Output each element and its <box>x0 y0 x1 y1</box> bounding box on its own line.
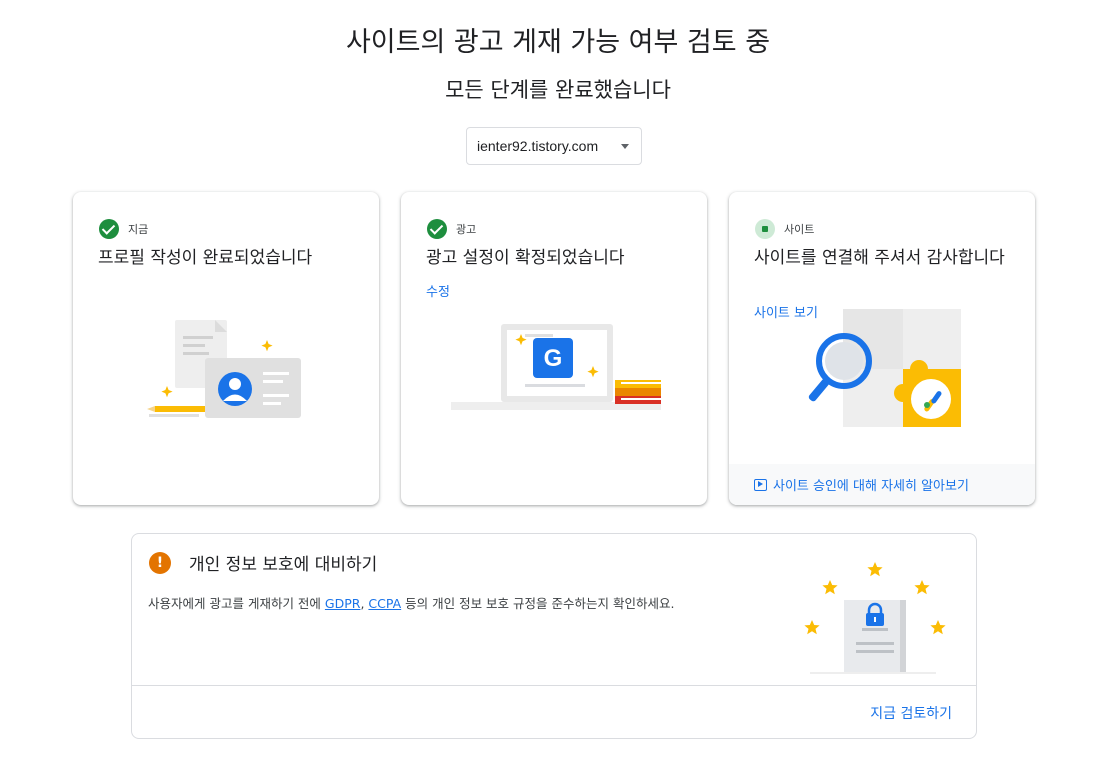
svg-text:G: G <box>544 345 563 372</box>
divider <box>132 685 976 686</box>
ads-step-card: 광고 광고 설정이 확정되었습니다 수정 G <box>401 192 707 505</box>
profile-step-card: 지금 프로필 작성이 완료되었습니다 <box>73 192 379 505</box>
site-selector[interactable]: ienter92.tistory.com <box>466 127 642 165</box>
site-puzzle-illustration <box>808 309 961 427</box>
privacy-lock-illustration <box>804 562 946 674</box>
page-title: 사이트의 광고 게재 가능 여부 검토 중 <box>345 27 771 58</box>
check-circle-icon <box>99 219 119 239</box>
step-tag: 광고 <box>427 219 476 239</box>
check-circle-icon <box>427 219 447 239</box>
step-tag: 지금 <box>99 219 148 239</box>
site-selector-value: ienter92.tistory.com <box>477 138 599 154</box>
review-now-button[interactable]: 지금 검토하기 <box>870 703 952 723</box>
step-tag-label: 광고 <box>456 223 477 236</box>
gdpr-link[interactable]: GDPR <box>325 596 361 611</box>
privacy-card: ! 개인 정보 보호에 대비하기 사용자에게 광고를 게재하기 전에 GDPR,… <box>131 533 977 739</box>
dropdown-arrow-icon <box>621 144 629 149</box>
privacy-description: 사용자에게 광고를 게재하기 전에 GDPR, CCPA 등의 개인 정보 보호… <box>148 593 674 612</box>
step-heading: 프로필 작성이 완료되었습니다 <box>98 248 313 268</box>
edit-link[interactable]: 수정 <box>426 281 450 300</box>
step-tag-label: 지금 <box>128 223 149 236</box>
learn-more-label: 사이트 승인에 대해 자세히 알아보기 <box>773 479 969 494</box>
page-subtitle: 모든 단계를 완료했습니다 <box>445 78 671 102</box>
step-tag: 사이트 <box>755 219 814 239</box>
video-icon <box>754 478 767 491</box>
ccpa-link[interactable]: CCPA <box>368 596 401 611</box>
step-heading: 광고 설정이 확정되었습니다 <box>426 248 625 268</box>
site-step-card: 사이트 사이트를 연결해 주셔서 감사합니다 사이트 보기 사이트 승인에 대해… <box>729 192 1035 505</box>
privacy-body-suffix: 등의 개인 정보 보호 규정을 준수하는지 확인하세요. <box>401 596 675 611</box>
privacy-body-prefix: 사용자에게 광고를 게재하기 전에 <box>148 596 325 611</box>
step-tag-label: 사이트 <box>784 223 815 236</box>
ads-laptop-illustration: G <box>451 324 661 410</box>
privacy-title: 개인 정보 보호에 대비하기 <box>189 555 378 575</box>
pending-status-icon <box>755 219 775 239</box>
warning-icon: ! <box>149 552 171 574</box>
step-heading: 사이트를 연결해 주셔서 감사합니다 <box>754 248 1005 268</box>
learn-more-link[interactable]: 사이트 승인에 대해 자세히 알아보기 <box>729 464 1035 505</box>
profile-illustration <box>147 320 301 418</box>
